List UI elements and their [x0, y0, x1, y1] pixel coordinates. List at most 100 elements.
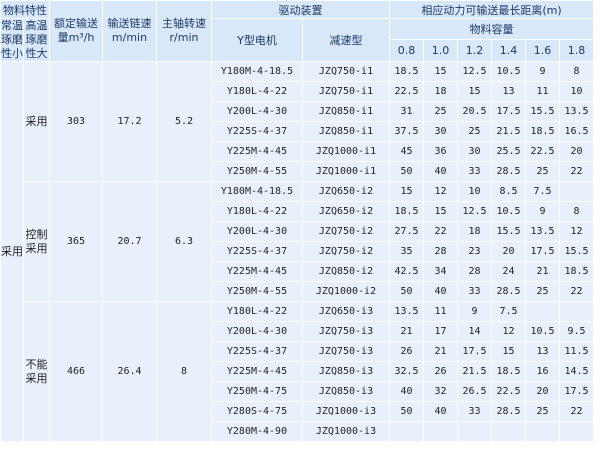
distance-cell: 10.5 [492, 202, 525, 221]
distance-cell: 8 [560, 202, 593, 221]
reducer-cell: JZQ850-i3 [303, 362, 389, 381]
distance-cell: 12.5 [458, 202, 491, 221]
distance-cell [560, 182, 593, 201]
reducer-cell: JZQ1000-i2 [303, 282, 389, 301]
distance-cell: 17.5 [458, 342, 491, 361]
motor-cell: Y280M-4-90 [212, 422, 302, 441]
motor-cell: Y225S-4-37 [212, 342, 302, 361]
capacity-header: 1.6 [526, 39, 559, 61]
distance-cell: 20 [526, 382, 559, 401]
motor-cell: Y200L-4-30 [212, 102, 302, 121]
distance-cell: 21.5 [492, 122, 525, 141]
distance-cell: 7.5 [526, 182, 559, 201]
distance-cell: 15 [390, 182, 423, 201]
motor-cell: Y250M-4-75 [212, 382, 302, 401]
motor-cell: Y180L-4-22 [212, 202, 302, 221]
motor-cell: Y200L-4-30 [212, 322, 302, 341]
high-temp-header: 高温琢磨性大 [24, 19, 49, 61]
reducer-cell: JZQ750-i1 [303, 62, 389, 81]
distance-cell: 25.5 [492, 142, 525, 161]
distance-cell: 7.5 [492, 302, 525, 321]
distance-cell: 26.5 [458, 382, 491, 401]
distance-cell: 18 [458, 222, 491, 241]
reducer-cell: JZQ850-i2 [303, 262, 389, 281]
motor-cell: Y200L-4-30 [212, 222, 302, 241]
distance-cell: 34 [424, 262, 457, 281]
reducer-cell: JZQ1000-i1 [303, 142, 389, 161]
motor-cell: Y280S-4-75 [212, 402, 302, 421]
distance-cell: 27.5 [390, 222, 423, 241]
distance-cell: 22.5 [492, 382, 525, 401]
reducer-cell: JZQ750-i1 [303, 82, 389, 101]
distance-cell: 25 [526, 282, 559, 301]
distance-cell: 21.5 [458, 362, 491, 381]
distance-cell: 9 [526, 62, 559, 81]
distance-cell: 12 [424, 182, 457, 201]
motor-cell: Y250M-4-55 [212, 162, 302, 181]
shaft-speed-header: 主轴转速r/min [157, 1, 211, 61]
capacity-header: 1.4 [492, 39, 525, 61]
capacity-header: 1.2 [458, 39, 491, 61]
shaft-speed-cell: 6.3 [157, 182, 211, 301]
reducer-header: 减速型 [303, 19, 389, 61]
reducer-cell: JZQ750-i3 [303, 342, 389, 361]
motor-cell: Y225S-4-37 [212, 122, 302, 141]
distance-cell: 21 [390, 322, 423, 341]
distance-cell: 22 [560, 402, 593, 421]
distance-cell: 18.5 [390, 202, 423, 221]
distance-cell: 17.5 [492, 102, 525, 121]
distance-cell [424, 422, 457, 441]
distance-cell: 22.5 [526, 142, 559, 161]
shaft-speed-cell: 5.2 [157, 62, 211, 181]
distance-cell: 22.5 [390, 82, 423, 101]
table-body: 采用 采用 303 17.2 5.2 Y180M-4-18.5 JZQ750-i… [1, 62, 593, 441]
table-row: 不能采用 466 26.4 8 Y180L-4-22 JZQ650-i3 13.… [1, 302, 593, 441]
reducer-cell: JZQ850-i1 [303, 122, 389, 141]
distance-cell: 18.5 [526, 122, 559, 141]
material-property-header: 物料特性 [1, 1, 49, 18]
distance-cell: 9 [526, 202, 559, 221]
capacity-header: 0.8 [390, 39, 423, 61]
distance-cell: 16.5 [560, 122, 593, 141]
distance-cell: 28.5 [492, 402, 525, 421]
motor-header: Y型电机 [212, 19, 302, 61]
capacity-cell: 365 [50, 182, 102, 301]
reducer-cell: JZQ1000-i3 [303, 402, 389, 421]
motor-cell: Y180M-4-18.5 [212, 182, 302, 201]
distance-cell: 28 [458, 262, 491, 281]
capacity-header: 1.8 [560, 39, 593, 61]
drive-unit-header: 驱动装置 [212, 1, 389, 18]
motor-cell: Y225M-4-45 [212, 142, 302, 161]
motor-cell: Y180M-4-18.5 [212, 62, 302, 81]
distance-cell: 12 [560, 222, 593, 241]
distance-cell: 26 [390, 342, 423, 361]
distance-cell: 33 [458, 402, 491, 421]
distance-cell: 12 [492, 322, 525, 341]
distance-cell: 40 [424, 402, 457, 421]
distance-cell: 21 [424, 342, 457, 361]
distance-cell [390, 422, 423, 441]
distance-cell: 32.5 [390, 362, 423, 381]
distance-cell: 13.5 [526, 222, 559, 241]
distance-cell: 9.5 [560, 322, 593, 341]
motor-cell: Y250M-4-55 [212, 282, 302, 301]
distance-cell: 13.5 [560, 102, 593, 121]
capacity-header: 1.0 [424, 39, 457, 61]
distance-cell: 35 [390, 242, 423, 261]
reducer-cell: JZQ650-i2 [303, 202, 389, 221]
normal-temp-cell: 采用 [1, 62, 23, 441]
reducer-cell: JZQ750-i3 [303, 322, 389, 341]
distance-cell: 15 [492, 342, 525, 361]
distance-cell: 31 [390, 102, 423, 121]
distance-cell: 33 [458, 162, 491, 181]
distance-cell: 40 [424, 162, 457, 181]
reducer-cell: JZQ750-i2 [303, 242, 389, 261]
table-row: 采用 采用 303 17.2 5.2 Y180M-4-18.5 JZQ750-i… [1, 62, 593, 441]
distance-cell [458, 422, 491, 441]
distance-cell: 13 [526, 342, 559, 361]
distance-cell: 50 [390, 162, 423, 181]
chain-speed-cell: 20.7 [103, 182, 156, 301]
distance-cell: 28.5 [492, 282, 525, 301]
distance-cell: 14 [458, 322, 491, 341]
motor-cell: Y225M-4-45 [212, 262, 302, 281]
